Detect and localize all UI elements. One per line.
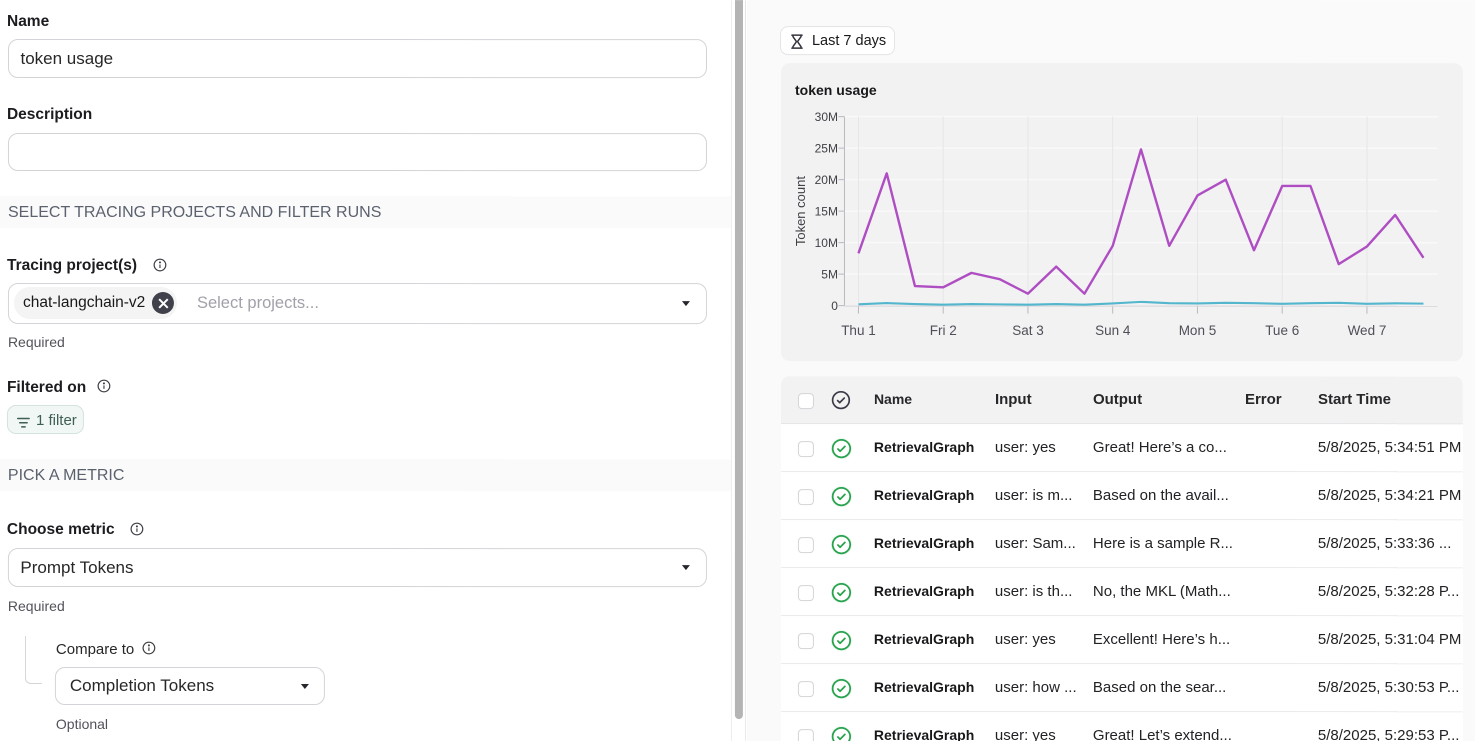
svg-text:Sat 3: Sat 3 (1012, 323, 1044, 338)
svg-text:25M: 25M (815, 142, 838, 156)
svg-text:Wed 7: Wed 7 (1348, 323, 1387, 338)
svg-text:10M: 10M (815, 236, 838, 250)
svg-text:Mon 5: Mon 5 (1179, 323, 1217, 338)
svg-text:20M: 20M (815, 173, 838, 187)
svg-text:Tue 6: Tue 6 (1265, 323, 1299, 338)
svg-text:Sun 4: Sun 4 (1095, 323, 1131, 338)
svg-text:Token count: Token count (793, 176, 808, 246)
svg-text:Fri 2: Fri 2 (930, 323, 957, 338)
svg-text:0: 0 (831, 299, 838, 313)
svg-text:15M: 15M (815, 205, 838, 219)
svg-text:Thu 1: Thu 1 (841, 323, 876, 338)
svg-text:30M: 30M (815, 110, 838, 124)
svg-text:5M: 5M (821, 268, 838, 282)
